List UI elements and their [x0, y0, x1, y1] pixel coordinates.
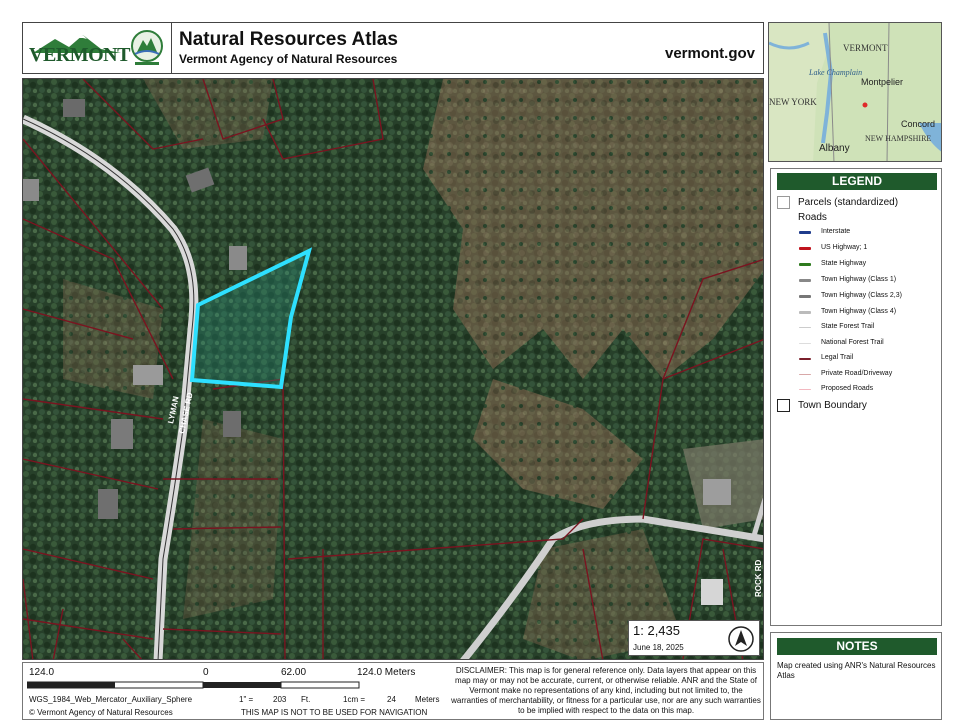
map-date: June 18, 2025 — [633, 643, 684, 652]
scale-ratio: 1: 2,435 — [633, 623, 680, 638]
road-swatch-proposed — [799, 389, 811, 390]
legend-road-5: Town Highway (Class 4) — [821, 308, 897, 315]
inch-value: 203 — [273, 695, 287, 704]
map-view[interactable]: LYMAN CHASE RD ROCK RD — [22, 78, 764, 660]
atlas-subtitle: Vermont Agency of Natural Resources — [179, 52, 398, 66]
inset-label-albany: Albany — [819, 143, 850, 154]
inset-label-vermont: VERMONT — [843, 43, 888, 53]
legend-panel: LEGEND Parcels (standardized) Roads Inte… — [770, 168, 942, 626]
header-divider — [171, 23, 172, 73]
vermont-logo-text: VERMONT — [29, 44, 130, 66]
legend-road-7: National Forest Trail — [821, 339, 884, 346]
vermont-logo: VERMONT — [29, 29, 130, 69]
legend-road-6: State Forest Trail — [821, 323, 875, 330]
legend-title: LEGEND — [777, 173, 937, 190]
notes-panel: NOTES Map created using ANR's Natural Re… — [770, 632, 942, 720]
north-arrow-icon — [728, 626, 754, 652]
inch-unit: Ft. — [301, 695, 311, 704]
parcels-swatch — [777, 196, 790, 209]
legend-road-2: State Highway — [821, 260, 867, 267]
inset-label-montpelier: Montpelier — [861, 77, 903, 87]
legend-road-9: Private Road/Driveway — [821, 370, 893, 377]
locator-map: VERMONT Lake Champlain Montpelier NEW YO… — [768, 22, 942, 162]
road-swatch-private — [799, 374, 811, 375]
road-swatch-state — [799, 263, 811, 266]
atlas-title: Natural Resources Atlas — [179, 29, 398, 50]
legend-town-boundary: Town Boundary — [798, 400, 867, 411]
inset-label-newyork: NEW YORK — [769, 97, 817, 107]
inch-label: 1" = — [239, 695, 254, 704]
scale-bar-mid: 62.00 — [281, 667, 307, 678]
road-swatch-legal — [799, 358, 811, 360]
scale-bar-right: 124.0 Meters — [357, 667, 416, 678]
notes-title: NOTES — [777, 638, 937, 655]
projection: WGS_1984_Web_Mercator_Auxiliary_Sphere — [29, 695, 193, 704]
legend-road-0: Interstate — [821, 228, 851, 235]
legend-road-4: Town Highway (Class 2,3) — [821, 292, 902, 299]
site-link[interactable]: vermont.gov — [665, 45, 755, 62]
inset-label-concord: Concord — [901, 119, 935, 129]
scale-bar-left: 124.0 — [29, 667, 55, 678]
disclaimer: DISCLAIMER: This map is for general refe… — [451, 666, 761, 715]
legend-parcels: Parcels (standardized) — [798, 197, 899, 208]
legend-road-10: Proposed Roads — [821, 385, 874, 392]
inset-label-nh: NEW HAMPSHIRE — [865, 134, 931, 143]
copyright: © Vermont Agency of Natural Resources — [29, 708, 173, 717]
road-label-rock: ROCK RD — [754, 559, 763, 597]
scale-bar — [27, 681, 360, 689]
scale-ratio-value: 2,435 — [647, 623, 681, 638]
legend-roads-heading: Roads — [798, 212, 827, 223]
legend-road-3: Town Highway (Class 1) — [821, 276, 897, 283]
map-header: VERMONT Natural Resources Atlas Vermont … — [22, 22, 764, 74]
notes-text: Map created using ANR's Natural Resource… — [777, 661, 936, 680]
road-swatch-class4 — [799, 311, 811, 314]
road-swatch-class1 — [799, 279, 811, 282]
road-swatch-us — [799, 247, 811, 250]
map-footer: 124.0 0 62.00 124.0 Meters WGS_1984_Web_… — [22, 662, 764, 720]
scale-box: 1: 2,435 June 18, 2025 — [628, 620, 760, 656]
inset-label-lake: Lake Champlain — [808, 68, 862, 77]
aerial-imagery: LYMAN CHASE RD ROCK RD — [23, 79, 763, 659]
cm-label: 1cm = — [343, 695, 366, 704]
scale-ratio-prefix: 1: — [633, 623, 644, 638]
road-swatch-national-forest — [799, 343, 811, 344]
town-boundary-swatch — [777, 399, 790, 412]
legend-road-8: Legal Trail — [821, 354, 854, 361]
anr-logo-icon — [129, 28, 165, 68]
road-swatch-class23 — [799, 295, 811, 298]
navigation-warning: THIS MAP IS NOT TO BE USED FOR NAVIGATIO… — [241, 708, 428, 717]
scale-bar-zero: 0 — [203, 667, 209, 678]
cm-unit: Meters — [415, 695, 440, 704]
road-swatch-interstate — [799, 231, 811, 234]
cm-value: 24 — [387, 695, 396, 704]
road-swatch-state-forest — [799, 327, 811, 328]
legend-road-1: US Highway; 1 — [821, 244, 868, 251]
